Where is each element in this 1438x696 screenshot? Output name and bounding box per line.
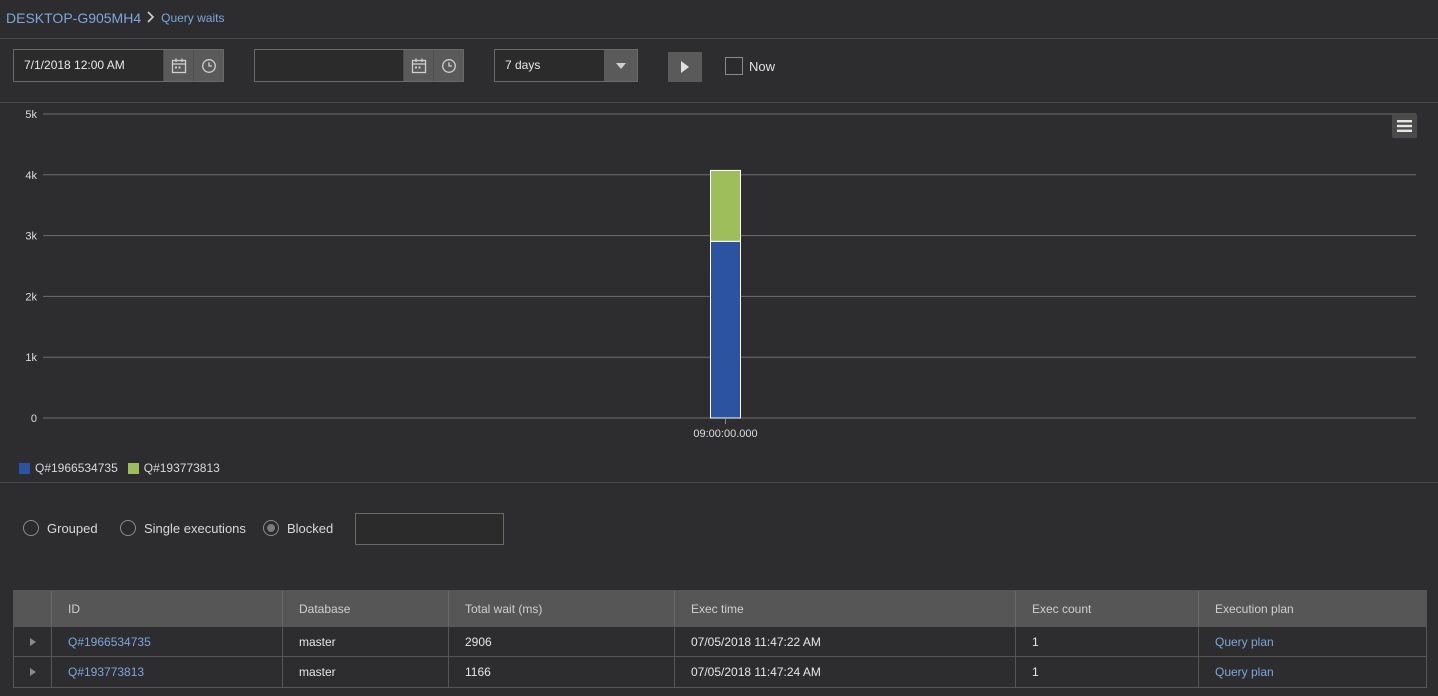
chart-menu-button[interactable]: [1392, 114, 1417, 138]
column-header-execution-plan[interactable]: Execution plan: [1199, 591, 1426, 626]
y-tick-label: 3k: [25, 231, 37, 243]
radio-label: Grouped: [47, 520, 98, 536]
query-plan-link[interactable]: Query plan: [1199, 627, 1426, 656]
now-label: Now: [749, 59, 776, 74]
radio-grouped[interactable]: Grouped: [23, 520, 98, 536]
clock-icon: [201, 58, 216, 73]
exec-time-cell: 07/05/2018 11:47:22 AM: [675, 627, 1016, 656]
hamburger-menu-icon: [1397, 120, 1412, 132]
column-header-exec-count[interactable]: Exec count: [1016, 591, 1199, 626]
legend-label: Q#1966534735: [35, 461, 118, 475]
column-header-exec-time[interactable]: Exec time: [675, 591, 1016, 626]
end-datetime-input[interactable]: [255, 50, 403, 81]
radio-single-executions[interactable]: Single executions: [120, 520, 246, 536]
divider: [0, 38, 1438, 39]
radio-blocked[interactable]: Blocked: [263, 520, 333, 536]
divider: [0, 482, 1438, 483]
clock-icon: [441, 58, 456, 73]
y-tick-label: 0: [31, 413, 37, 425]
start-calendar-button[interactable]: [163, 50, 193, 81]
calendar-icon: [171, 58, 186, 73]
breadcrumb-current-page: Query waits: [161, 11, 225, 25]
x-tick-label: 09:00:00.000: [693, 428, 757, 440]
radio-label: Single executions: [144, 520, 246, 536]
play-icon: [681, 61, 689, 73]
filter-input[interactable]: [355, 513, 504, 545]
end-time-button[interactable]: [433, 50, 463, 81]
table-row: Q#1966534735 master 2906 07/05/2018 11:4…: [14, 627, 1426, 657]
header-expander-column: [14, 591, 52, 626]
y-tick-label: 1k: [25, 352, 37, 364]
y-tick-label: 2k: [25, 291, 37, 303]
start-datetime-input[interactable]: 7/1/2018 12:00 AM: [14, 50, 163, 81]
bar-segment: [710, 169, 741, 242]
legend-swatch: [127, 462, 139, 474]
query-id-link[interactable]: Q#1966534735: [52, 627, 283, 656]
database-cell: master: [283, 657, 449, 687]
range-select-value: 7 days: [505, 58, 541, 72]
query-waits-chart: 0 1k 2k 3k 4k 5k 09:00:00.000: [0, 103, 1438, 483]
radio-label: Blocked: [287, 520, 334, 536]
range-select[interactable]: 7 days: [494, 49, 638, 82]
view-mode-group: Grouped Single executions Blocked: [23, 513, 523, 545]
exec-count-cell: 1: [1016, 657, 1199, 687]
total-wait-cell: 1166: [449, 657, 675, 687]
calendar-icon: [411, 58, 426, 73]
expand-arrow-icon: [29, 668, 36, 676]
query-waits-table: ID Database Total wait (ms) Exec time Ex…: [13, 590, 1427, 688]
radio-selected-dot: [267, 524, 275, 532]
exec-time-cell: 07/05/2018 11:47:24 AM: [675, 657, 1016, 687]
dropdown-arrow-icon: [604, 50, 637, 81]
column-header-database[interactable]: Database: [283, 591, 449, 626]
bar-segment: [710, 240, 741, 419]
column-header-id[interactable]: ID: [52, 591, 283, 626]
chevron-right-icon: [147, 10, 155, 26]
run-button[interactable]: [668, 52, 702, 82]
start-datetime-picker: 7/1/2018 12:00 AM: [13, 49, 224, 82]
table-row: Q#193773813 master 1166 07/05/2018 11:47…: [14, 657, 1426, 687]
radio-circle: [23, 520, 39, 536]
y-tick-label: 5k: [25, 109, 37, 121]
table-header-row: ID Database Total wait (ms) Exec time Ex…: [14, 591, 1426, 627]
total-wait-cell: 2906: [449, 627, 675, 656]
radio-circle: [263, 520, 279, 536]
database-cell: master: [283, 627, 449, 656]
exec-count-cell: 1: [1016, 627, 1199, 656]
legend-item[interactable]: Q#193773813: [127, 461, 220, 475]
expand-arrow-icon: [29, 637, 36, 646]
end-calendar-button[interactable]: [403, 50, 433, 81]
legend-item[interactable]: Q#1966534735: [19, 461, 118, 475]
breadcrumb-server-link[interactable]: DESKTOP-G905MH4: [6, 10, 141, 26]
legend-label: Q#193773813: [143, 461, 220, 475]
breadcrumb: DESKTOP-G905MH4 Query waits: [6, 9, 224, 27]
column-header-total-wait[interactable]: Total wait (ms): [449, 591, 675, 626]
now-checkbox[interactable]: [725, 57, 743, 75]
start-time-button[interactable]: [193, 50, 223, 81]
chart-svg: 0 1k 2k 3k 4k 5k 09:00:00.000: [25, 109, 1416, 440]
end-datetime-picker: [254, 49, 464, 82]
row-expand-button[interactable]: [14, 627, 52, 656]
radio-circle: [120, 520, 136, 536]
chart-legend: Q#1966534735 Q#193773813: [19, 461, 220, 475]
time-range-toolbar: 7/1/2018 12:00 AM 7 days Now: [0, 49, 1438, 83]
query-plan-link[interactable]: Query plan: [1199, 657, 1426, 687]
y-tick-label: 4k: [25, 170, 37, 182]
legend-swatch: [19, 462, 30, 474]
row-expand-button[interactable]: [14, 657, 52, 687]
query-id-link[interactable]: Q#193773813: [52, 657, 283, 687]
